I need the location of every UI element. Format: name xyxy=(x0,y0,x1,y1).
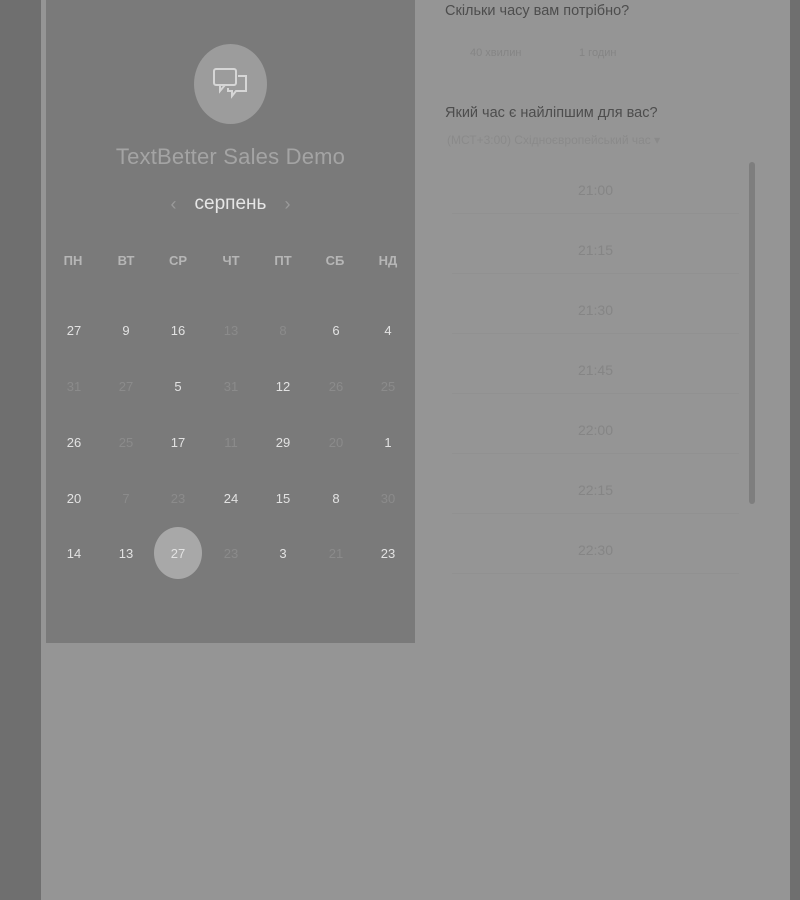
time-slot[interactable]: 21:45 xyxy=(452,347,739,394)
calendar-day[interactable]: 26 xyxy=(54,432,94,454)
duration-option-1hour[interactable]: 1 годин xyxy=(579,47,616,59)
timezone-select[interactable]: (МСТ+3:00) Східноєвропейський час ▾ xyxy=(447,133,660,147)
chat-logo xyxy=(194,44,267,124)
event-title: TextBetter Sales Demo xyxy=(115,144,346,169)
weekday-label: СБ xyxy=(325,253,345,268)
chat-bubbles-icon xyxy=(213,68,247,99)
calendar-day: 7 xyxy=(122,491,130,506)
weekday-label: СР xyxy=(168,253,188,268)
duration-question: Скільки часу вам потрібно? xyxy=(445,3,630,19)
weekday-label: ПТ xyxy=(274,253,292,268)
calendar-day[interactable]: 4 xyxy=(368,320,408,342)
calendar-day: 25 xyxy=(118,435,134,450)
time-slot[interactable]: 21:00 xyxy=(452,167,739,214)
calendar-day[interactable]: 16 xyxy=(158,320,198,342)
calendar-day[interactable]: 1 xyxy=(368,432,408,454)
calendar-day: 21 xyxy=(328,546,344,561)
calendar-day[interactable]: 8 xyxy=(316,488,356,510)
time-slot[interactable]: 21:30 xyxy=(452,287,739,334)
time-question: Який час є найліпшим для вас? xyxy=(445,105,658,121)
time-slot[interactable]: 22:15 xyxy=(452,467,739,514)
calendar-day: 31 xyxy=(223,379,239,394)
calendar-day: 20 xyxy=(328,435,344,450)
calendar-day[interactable]: 13 xyxy=(106,543,146,565)
calendar-day[interactable]: 20 xyxy=(54,488,94,510)
calendar-day: 23 xyxy=(170,491,186,506)
time-slot[interactable]: 22:00 xyxy=(452,407,739,454)
calendar-day[interactable]: 24 xyxy=(211,488,251,510)
calendar-day: 23 xyxy=(223,546,239,561)
calendar-day[interactable]: 9 xyxy=(106,320,146,342)
calendar-day[interactable]: 23 xyxy=(368,543,408,565)
calendar-day: 11 xyxy=(224,435,238,450)
chevron-left-icon[interactable]: ‹ xyxy=(171,194,177,215)
calendar-day: 25 xyxy=(380,379,396,394)
calendar-day: 27 xyxy=(118,379,134,394)
calendar-day[interactable]: 14 xyxy=(54,543,94,565)
calendar-day[interactable]: 3 xyxy=(263,543,303,565)
calendar-day[interactable]: 27 xyxy=(54,320,94,342)
calendar-day: 8 xyxy=(279,323,287,338)
weekday-label: ПН xyxy=(63,253,83,268)
calendar-day: 30 xyxy=(380,491,396,506)
month-navigation: ‹ серпень › xyxy=(46,190,415,218)
calendar-day: 26 xyxy=(328,379,344,394)
calendar-day: 31 xyxy=(66,379,82,394)
weekday-label: ВТ xyxy=(117,253,135,268)
calendar-day[interactable]: 5 xyxy=(158,376,198,398)
scrollbar[interactable] xyxy=(749,162,755,504)
calendar-day[interactable]: 29 xyxy=(263,432,303,454)
month-label: серпень xyxy=(194,193,267,214)
chevron-right-icon[interactable]: › xyxy=(284,194,290,215)
calendar-day-selected[interactable]: 27 xyxy=(158,543,198,565)
calendar-day[interactable]: 12 xyxy=(263,376,303,398)
time-slot[interactable]: 22:30 xyxy=(452,527,739,574)
calendar-day[interactable]: 6 xyxy=(316,320,356,342)
time-slot[interactable]: 21:15 xyxy=(452,227,739,274)
weekday-label: ЧТ xyxy=(222,253,240,268)
duration-option-40min[interactable]: 40 хвилин xyxy=(470,47,521,59)
calendar-day[interactable]: 17 xyxy=(158,432,198,454)
weekday-label: НД xyxy=(378,253,398,268)
calendar-day[interactable]: 15 xyxy=(263,488,303,510)
calendar-day: 13 xyxy=(223,323,239,338)
